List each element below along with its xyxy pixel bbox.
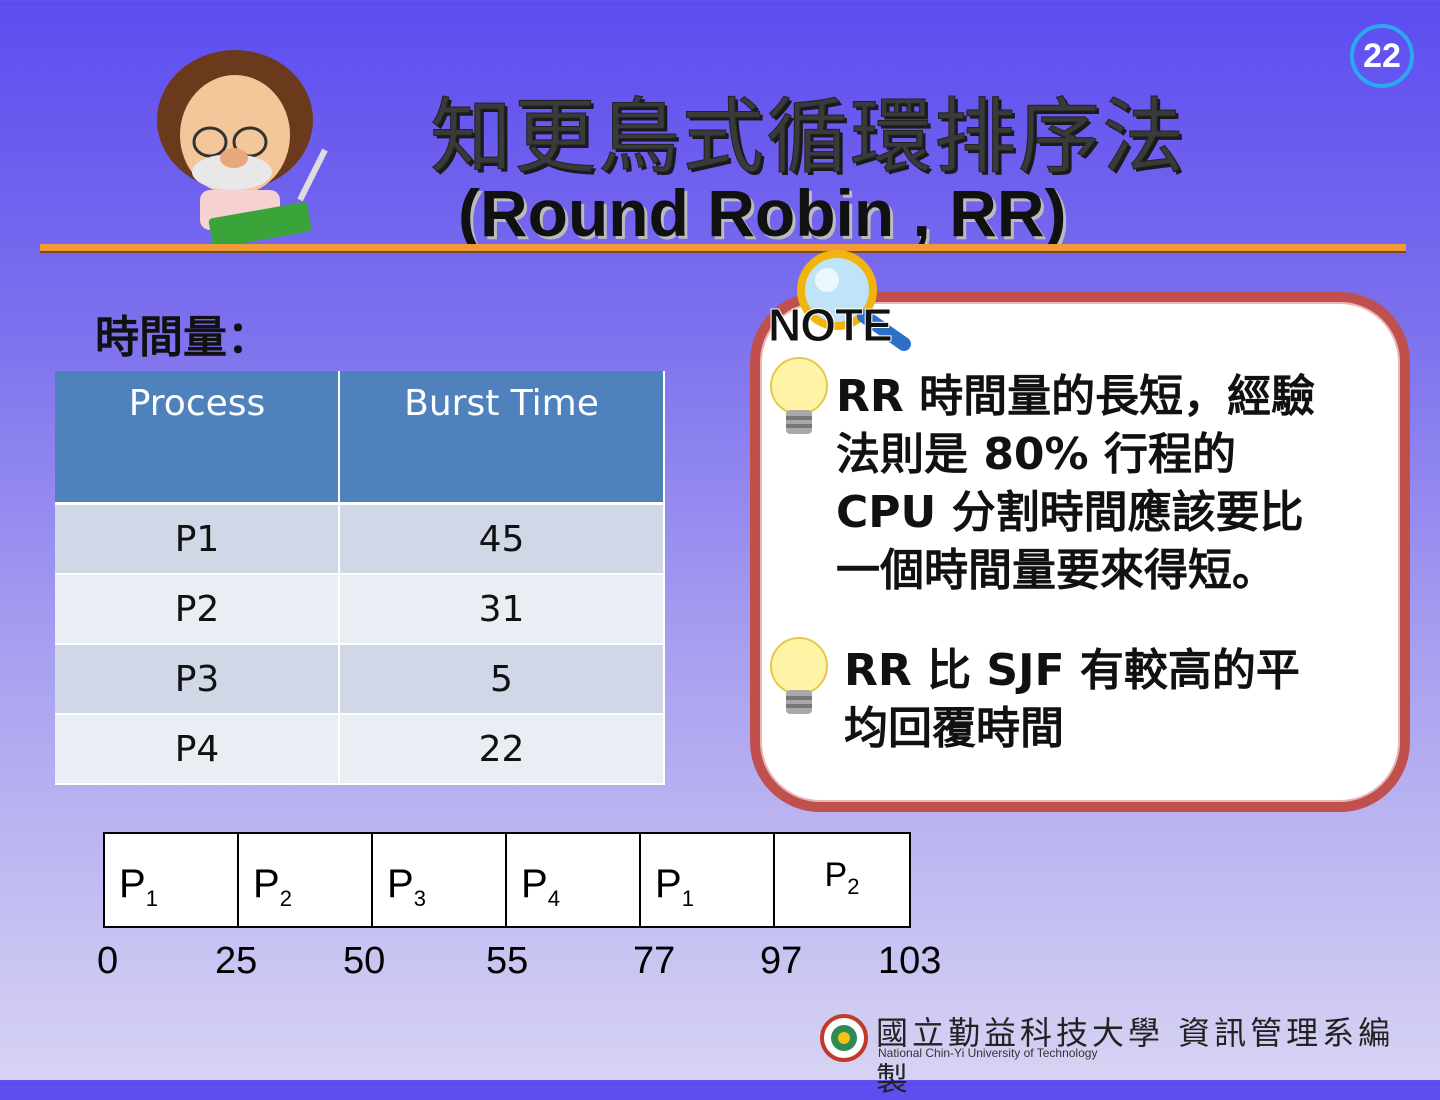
process-cell: P3	[55, 644, 340, 715]
note-line: RR 比 SJF 有較高的平	[844, 645, 1300, 696]
note-line: 均回覆時間	[844, 703, 1064, 754]
footer: 國立勤益科技大學 資訊管理系編製 National Chin-Yi Univer…	[820, 1008, 1420, 1098]
professor-mascot-illustration	[157, 50, 328, 248]
gantt-cell-subscript: 2	[847, 873, 860, 899]
page-number-badge: 22	[1350, 24, 1414, 88]
burst-cell: 5	[339, 644, 665, 715]
gantt-tick: 103	[878, 940, 942, 982]
table-row: P2 31	[55, 574, 665, 645]
burst-cell: 45	[339, 503, 665, 575]
gantt-cell: P4	[507, 834, 641, 926]
gantt-cell-process: P	[253, 862, 280, 906]
time-quantum-label: 時間量：	[95, 312, 271, 363]
gantt-cell-subscript: 1	[681, 886, 694, 911]
note-line: 一個時間量要來得短。	[836, 545, 1276, 596]
gantt-cell: P3	[373, 834, 507, 926]
gantt-cell: P2	[239, 834, 373, 926]
gantt-cell: P1	[641, 834, 775, 926]
gantt-cell-subscript: 4	[547, 886, 560, 911]
gantt-chart: P1 P2 P3 P4 P1 P2	[103, 832, 911, 928]
gantt-cell-subscript: 3	[413, 886, 426, 911]
note-line: RR 時間量的長短，經驗	[836, 371, 1316, 422]
gantt-tick: 25	[215, 940, 258, 982]
gantt-cell: P2	[775, 834, 909, 926]
title-divider	[40, 244, 1406, 251]
note-bullet-2: RR 比 SJF 有較高的平 均回覆時間	[844, 642, 1300, 758]
title-chinese: 知更鳥式循環排序法	[430, 90, 1187, 186]
burst-cell: 31	[339, 574, 665, 645]
lightbulb-icon	[770, 357, 828, 434]
gantt-cell-process: P	[655, 862, 682, 906]
gantt-cell-subscript: 1	[145, 886, 158, 911]
process-table: Process Burst Time P1 45 P2 31 P3 5 P4 2…	[55, 371, 665, 785]
process-cell: P2	[55, 574, 340, 645]
column-header-process: Process	[55, 371, 340, 505]
table-row: P1 45	[55, 503, 665, 575]
gantt-tick: 50	[343, 940, 386, 982]
gantt-cell-process: P	[521, 862, 548, 906]
note-line: 法則是 80% 行程的	[836, 429, 1236, 480]
university-emblem-icon	[820, 1014, 868, 1062]
table-row: P4 22	[55, 714, 665, 785]
gantt-cell-process: P	[387, 862, 414, 906]
gantt-cell: P1	[105, 834, 239, 926]
gantt-cell-subscript: 2	[279, 886, 292, 911]
gantt-tick: 77	[633, 940, 676, 982]
note-tag: NOTE	[768, 299, 894, 352]
note-line: CPU 分割時間應該要比	[836, 487, 1304, 538]
title-english: (Round Robin , RR)	[458, 176, 1067, 250]
lightbulb-icon	[770, 637, 828, 714]
gantt-cell-process: P	[824, 856, 848, 894]
table-row: P3 5	[55, 644, 665, 715]
gantt-tick: 55	[486, 940, 529, 982]
gantt-tick: 0	[97, 940, 119, 982]
gantt-cell-process: P	[119, 862, 146, 906]
footer-title-english: National Chin-Yi University of Technolog…	[878, 1046, 1098, 1060]
gantt-tick: 97	[760, 940, 803, 982]
process-cell: P1	[55, 503, 340, 575]
burst-cell: 22	[339, 714, 665, 785]
process-cell: P4	[55, 714, 340, 785]
column-header-burst-time: Burst Time	[339, 371, 665, 505]
note-bullet-1: RR 時間量的長短，經驗 法則是 80% 行程的 CPU 分割時間應該要比 一個…	[836, 368, 1315, 600]
